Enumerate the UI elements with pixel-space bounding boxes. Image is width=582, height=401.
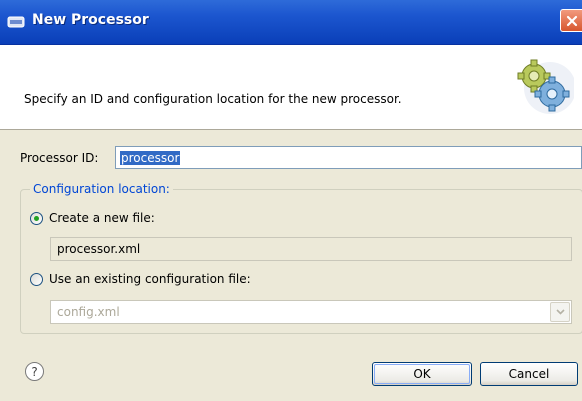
- use-existing-file-label[interactable]: Use an existing configuration file:: [49, 272, 251, 286]
- group-title: Configuration location:: [30, 182, 173, 196]
- chevron-down-icon: [555, 309, 565, 315]
- close-button[interactable]: [560, 9, 582, 32]
- cancel-button-label: Cancel: [508, 367, 550, 381]
- processor-id-value: processor: [120, 150, 181, 165]
- new-file-name-field[interactable]: processor.xml: [50, 237, 572, 261]
- existing-config-value: config.xml: [57, 305, 120, 319]
- header-message: Specify an ID and configuration location…: [24, 92, 402, 106]
- header-banner: [0, 45, 582, 130]
- use-existing-file-radio[interactable]: [30, 273, 43, 286]
- ok-button-label: OK: [413, 367, 431, 381]
- help-symbol: ?: [31, 364, 38, 379]
- ok-button[interactable]: OK: [372, 362, 472, 386]
- create-new-file-label[interactable]: Create a new file:: [49, 211, 155, 225]
- app-icon: [7, 14, 25, 30]
- create-new-file-radio[interactable]: [30, 212, 43, 225]
- gears-icon: [510, 58, 576, 116]
- processor-id-input[interactable]: processor: [115, 146, 582, 169]
- cancel-button[interactable]: Cancel: [480, 362, 578, 386]
- processor-id-label: Processor ID:: [20, 151, 99, 165]
- dropdown-button[interactable]: [550, 302, 570, 322]
- new-file-name-value: processor.xml: [57, 242, 141, 256]
- help-icon[interactable]: ?: [25, 362, 44, 381]
- existing-config-select[interactable]: config.xml: [50, 300, 572, 324]
- window-title: New Processor: [32, 12, 149, 28]
- close-icon: [566, 15, 577, 26]
